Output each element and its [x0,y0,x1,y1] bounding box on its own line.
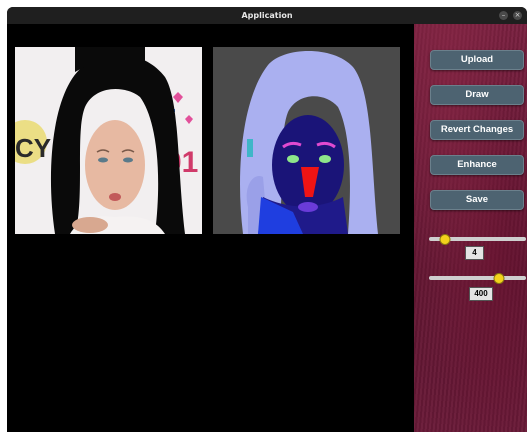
source-photo[interactable]: CY 01 [15,47,202,234]
enhance-button[interactable]: Enhance [430,155,524,175]
draw-button[interactable]: Draw [430,85,524,105]
window-title: Application [241,11,293,20]
minimize-button[interactable]: – [499,11,508,20]
revert-changes-button[interactable]: Revert Changes [430,120,524,140]
brush-size-slider[interactable] [429,234,526,245]
canvas-area: CY 01 [7,24,414,432]
title-bar: Application – × [7,7,527,24]
slider-thumb[interactable] [439,234,451,245]
resolution-value: 400 [469,287,493,301]
control-panel: Upload Draw Revert Changes Enhance Save … [414,24,527,432]
slider-thumb[interactable] [493,273,505,284]
save-button[interactable]: Save [430,190,524,210]
upload-button[interactable]: Upload [430,50,524,70]
resolution-slider[interactable] [429,273,526,284]
app-window: Application – × CY 01 Upload Draw Revert… [7,7,527,432]
brush-size-value: 4 [465,246,484,260]
segmentation-mask[interactable] [213,47,400,234]
svg-text:CY: CY [15,133,51,163]
close-button[interactable]: × [513,11,522,20]
